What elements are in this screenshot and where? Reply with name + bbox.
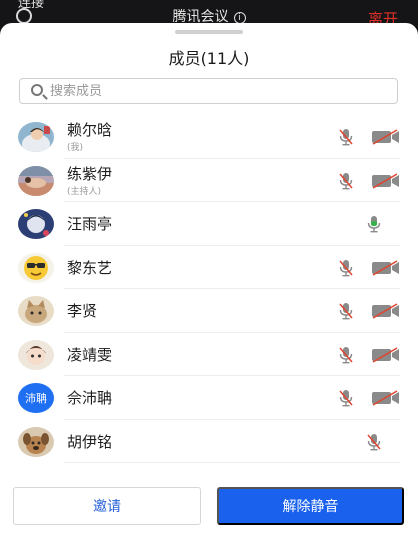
avatar — [18, 209, 54, 239]
mic-active-icon[interactable] — [366, 215, 382, 233]
member-name: 佘沛聃 — [67, 389, 113, 407]
mic-muted-icon[interactable] — [338, 128, 354, 146]
member-role: (主持人) — [67, 186, 102, 197]
camera-off-icon[interactable] — [371, 389, 401, 407]
mic-muted-icon[interactable] — [338, 259, 354, 277]
avatar: 沛聃 — [18, 383, 54, 413]
member-name: 凌靖雯 — [67, 345, 113, 364]
action-bar: 邀请 解除静音 — [0, 480, 418, 547]
member-row[interactable]: 赖尔晗 (我) — [0, 115, 418, 159]
member-row[interactable]: 胡伊铭 — [0, 420, 418, 464]
camera-off-icon[interactable] — [371, 128, 401, 146]
sheet-drag-handle[interactable] — [175, 30, 243, 34]
member-name: 李贤 — [67, 302, 98, 320]
member-row[interactable]: 沛聃 佘沛聃 — [0, 376, 418, 420]
member-name: 赖尔晗 — [67, 121, 113, 139]
mic-muted-icon[interactable] — [366, 433, 382, 451]
avatar — [18, 339, 54, 370]
search-icon — [31, 84, 43, 96]
camera-off-icon[interactable] — [371, 302, 401, 320]
avatar — [18, 426, 54, 457]
avatar — [18, 252, 54, 283]
member-search-box[interactable] — [19, 78, 398, 104]
member-role: (我) — [67, 143, 84, 153]
member-name: 汪雨亭 — [67, 215, 113, 233]
avatar — [18, 296, 54, 326]
mic-muted-icon[interactable] — [338, 302, 354, 320]
avatar — [18, 122, 54, 152]
mic-muted-icon[interactable] — [338, 172, 354, 190]
member-name: 胡伊铭 — [67, 432, 113, 451]
member-row[interactable]: 练紫伊 (主持人) — [0, 159, 418, 203]
camera-off-icon[interactable] — [371, 172, 401, 190]
members-title: 成员(11人) — [168, 49, 250, 68]
mic-muted-icon[interactable] — [338, 346, 354, 364]
member-row[interactable]: 凌靖雯 — [0, 333, 418, 377]
member-row[interactable]: 李贤 — [0, 289, 418, 333]
member-list: 赖尔晗 (我) 练紫伊 (主持人) 汪雨亭 黎东艺 李贤 凌靖雯 沛聃 佘沛聃 … — [0, 115, 418, 463]
member-name: 黎东艺 — [67, 258, 113, 277]
avatar — [18, 165, 54, 196]
camera-off-icon[interactable] — [371, 259, 401, 277]
avatar-initials: 沛聃 — [18, 383, 54, 413]
invite-button[interactable]: 邀请 — [13, 487, 201, 525]
members-sheet: 成员(11人) 赖尔晗 (我) 练紫伊 (主持人) — [0, 23, 418, 547]
mic-muted-icon[interactable] — [338, 389, 354, 407]
member-name: 练紫伊 — [67, 164, 113, 183]
member-row[interactable]: 黎东艺 — [0, 246, 418, 290]
unmute-all-button[interactable]: 解除静音 — [217, 487, 404, 525]
camera-off-icon[interactable] — [371, 346, 401, 364]
member-row[interactable]: 汪雨亭 — [0, 202, 418, 246]
member-search-input[interactable] — [50, 82, 380, 100]
